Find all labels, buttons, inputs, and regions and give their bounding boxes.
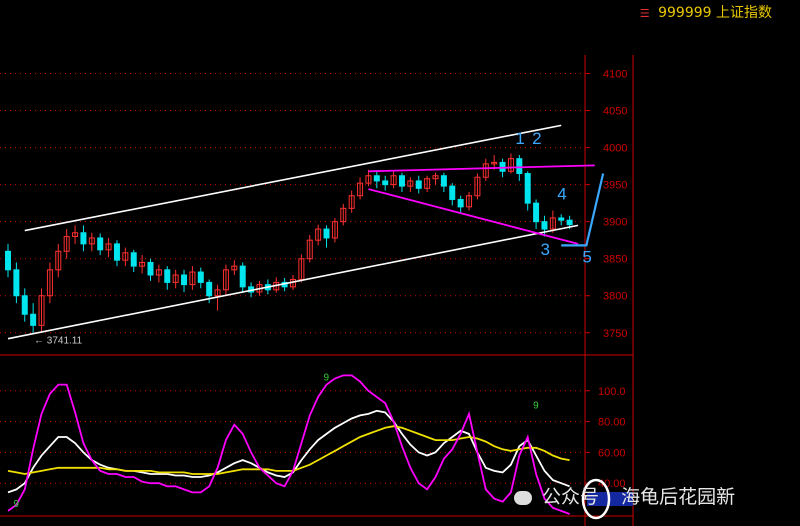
candle-body	[206, 281, 213, 297]
candle-body	[566, 219, 573, 226]
wave-label: 5	[582, 247, 591, 266]
price-tick-label: 4000	[603, 143, 627, 155]
watermark: 公众号 海龟后花园新	[514, 482, 735, 509]
projection-arrow	[561, 173, 605, 247]
candle-body	[13, 269, 20, 297]
candle-body	[80, 232, 87, 245]
kdj-tick-label: 60.00	[598, 447, 626, 459]
kdj-signal-marker: 9	[324, 373, 330, 384]
candle-body	[440, 175, 447, 187]
wave-label: 4	[557, 184, 566, 203]
candle-body	[373, 175, 380, 182]
channel-upper-line	[24, 124, 562, 232]
price-tick-label: 3750	[603, 328, 627, 340]
kdj-line-j	[7, 374, 570, 515]
price-tick-label: 4100	[603, 69, 627, 81]
price-tick-label: 3850	[603, 254, 627, 266]
candle-body	[516, 158, 523, 175]
watermark-right: 海龟后花园新	[621, 486, 736, 508]
candle-body	[449, 185, 456, 200]
kdj-signal-marker: 9	[533, 400, 539, 411]
kdj-tick-label: 100.0	[598, 386, 626, 398]
price-tick-label: 3900	[603, 217, 627, 229]
wedge-top-line	[368, 164, 595, 173]
wechat-icon	[514, 490, 532, 505]
candle-body	[382, 180, 389, 186]
stock-chart[interactable]: 3750380038503900395040004050410040.0060.…	[0, 0, 800, 526]
price-tick-label: 4050	[603, 106, 627, 118]
candle-body	[30, 313, 37, 326]
candle-body	[5, 250, 11, 271]
watermark-left: 公众号	[542, 486, 600, 508]
candle-body	[130, 252, 137, 267]
candle-body	[147, 261, 154, 276]
price-tick-label: 3950	[603, 180, 627, 192]
candle-body	[113, 243, 120, 261]
candle-body	[181, 274, 188, 286]
price-tick-label: 3800	[603, 291, 627, 303]
candle-body	[197, 271, 204, 283]
candle-body	[239, 265, 246, 288]
candle-body	[398, 175, 405, 187]
candle-body	[164, 269, 171, 283]
kdj-signal-marker: 9	[13, 499, 19, 510]
candle-body	[524, 173, 531, 204]
wave-label: 3	[540, 240, 549, 259]
low-price-label: ← 3741.11	[34, 335, 83, 346]
kdj-tick-label: 80.00	[598, 417, 626, 429]
wave-label: 2	[532, 129, 541, 148]
candle-body	[21, 295, 28, 315]
candle-body	[533, 202, 540, 223]
candle-body	[323, 228, 330, 239]
candle-body	[415, 180, 422, 189]
wave-label: 1	[515, 129, 524, 148]
candle-body	[97, 237, 104, 251]
channel-lower-line	[7, 224, 579, 340]
candle-body	[457, 198, 464, 208]
wedge-bottom-line	[368, 188, 579, 245]
candle-body	[558, 217, 565, 221]
candle-body	[541, 221, 548, 230]
